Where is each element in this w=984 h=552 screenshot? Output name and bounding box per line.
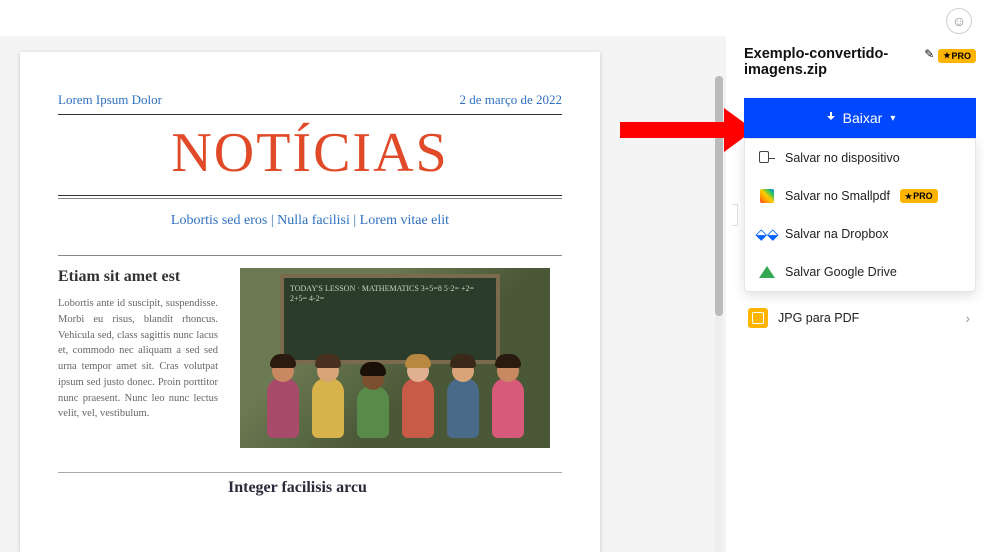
jpg-icon (748, 308, 768, 328)
divider (58, 472, 562, 473)
blackboard-text: TODAY'S LESSON · MATHEMATICS 3+5=8 5·2= … (284, 278, 496, 311)
doc-header-left: Lorem Ipsum Dolor (58, 92, 162, 108)
menu-save-dropbox[interactable]: ⬙⬙ Salvar na Dropbox (745, 215, 975, 253)
menu-save-device[interactable]: Salvar no dispositivo (745, 139, 975, 177)
sidebar-peek (732, 204, 738, 226)
device-icon (759, 150, 775, 166)
annotation-arrow (620, 108, 750, 148)
edit-filename-icon[interactable]: ✎ (924, 47, 934, 61)
doc-subhead: Lobortis sed eros | Nulla facilisi | Lor… (58, 213, 562, 229)
menu-save-gdrive[interactable]: Salvar Google Drive (745, 253, 975, 291)
sidebar: Exemplo-convertido-imagens.zip ✎ PRO Bai… (734, 36, 984, 338)
download-button[interactable]: Baixar (744, 98, 976, 138)
divider (58, 114, 562, 115)
doc-footer-title: Integer facilisis arcu (58, 479, 562, 497)
article-image: TODAY'S LESSON · MATHEMATICS 3+5=8 5·2= … (240, 268, 550, 448)
pro-badge: PRO (900, 189, 938, 203)
divider (58, 195, 562, 196)
divider (58, 255, 562, 256)
menu-label: Salvar na Dropbox (785, 227, 889, 241)
document-preview: Lorem Ipsum Dolor 2 de março de 2022 NOT… (20, 52, 600, 552)
preview-canvas: Lorem Ipsum Dolor 2 de março de 2022 NOT… (0, 36, 726, 552)
menu-label: Salvar no dispositivo (785, 151, 900, 165)
article-body: Lobortis ante id suscipit, suspendisse. … (58, 296, 218, 422)
menu-label: Salvar Google Drive (785, 265, 897, 279)
download-icon (825, 112, 837, 124)
google-drive-icon (759, 264, 775, 280)
dropbox-icon: ⬙⬙ (759, 226, 775, 242)
output-filename: Exemplo-convertido-imagens.zip (744, 46, 920, 78)
chevron-right-icon: › (965, 310, 970, 326)
divider (58, 198, 562, 199)
action-jpg-to-pdf[interactable]: JPG para PDF › (744, 298, 976, 338)
pro-badge: PRO (938, 49, 976, 63)
menu-save-smallpdf[interactable]: Salvar no Smallpdf PRO (745, 177, 975, 215)
doc-title: NOTÍCIAS (58, 121, 562, 185)
menu-label: Salvar no Smallpdf (785, 189, 890, 203)
action-label: JPG para PDF (778, 311, 859, 325)
smallpdf-icon (760, 189, 774, 203)
article-heading: Etiam sit amet est (58, 268, 218, 286)
doc-header-date: 2 de março de 2022 (459, 92, 562, 108)
user-avatar[interactable]: ☺ (946, 8, 972, 34)
download-label: Baixar (843, 110, 883, 126)
download-menu: Salvar no dispositivo Salvar no Smallpdf… (744, 138, 976, 292)
